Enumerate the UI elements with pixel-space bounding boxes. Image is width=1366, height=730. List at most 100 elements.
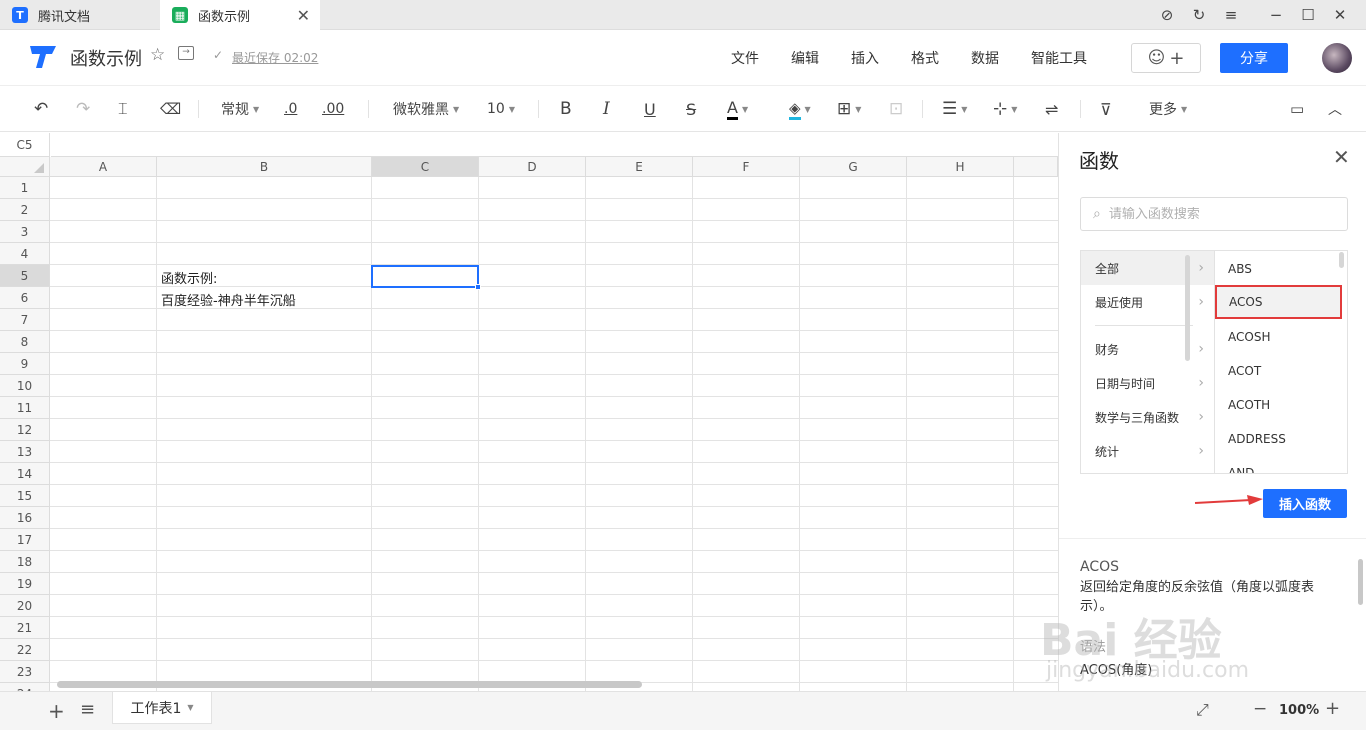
menu-insert[interactable]: 插入 [851, 48, 879, 68]
column-header-f[interactable]: F [693, 157, 800, 177]
row-header[interactable]: 5 [0, 265, 50, 287]
doc-title[interactable]: 函数示例 [70, 45, 142, 71]
share-button[interactable]: 分享 [1220, 43, 1288, 73]
category-scrollbar[interactable] [1185, 255, 1190, 361]
decrease-decimal-button[interactable]: .0 [284, 98, 297, 120]
function-item-acos[interactable]: ACOS [1215, 285, 1342, 319]
row-header[interactable]: 2 [0, 199, 50, 221]
panel-close-icon[interactable]: ✕ [1333, 145, 1350, 169]
compass-icon[interactable]: ⊘ [1157, 5, 1177, 25]
row-header[interactable]: 11 [0, 397, 50, 419]
function-list-scrollbar[interactable] [1339, 252, 1344, 268]
menu-smart-tools[interactable]: 智能工具 [1031, 48, 1087, 68]
panel-scrollbar[interactable] [1358, 559, 1363, 605]
category-math-trig[interactable]: 数学与三角函数 › [1081, 400, 1214, 434]
sheet-list-icon[interactable]: ≡ [80, 699, 95, 720]
maximize-icon[interactable]: ☐ [1298, 5, 1318, 25]
row-header[interactable]: 13 [0, 441, 50, 463]
category-statistics[interactable]: 统计 › [1081, 434, 1214, 468]
sheet-tab[interactable]: 工作表1 ▼ [112, 692, 212, 724]
underline-button[interactable]: U [644, 98, 656, 120]
zoom-out-button[interactable]: − [1253, 699, 1267, 719]
category-date-time[interactable]: 日期与时间 › [1081, 366, 1214, 400]
star-icon[interactable]: ☆ [150, 45, 165, 65]
spreadsheet-grid[interactable]: A B C D E F G H 1 2 3 4 5 6 7 8 9 10 11 12 13 14 15 16 1… [0, 157, 1058, 691]
font-name-select[interactable]: 微软雅黑 ▼ [393, 98, 459, 120]
window-close-icon[interactable]: ✕ [1330, 5, 1350, 25]
collapse-toolbar-icon[interactable]: ︿ [1328, 98, 1342, 120]
horizontal-align-button[interactable]: ☰ ▼ [942, 98, 967, 120]
function-item-acosh[interactable]: ACOSH [1216, 320, 1336, 354]
cell-b6[interactable]: 百度经验-神舟半年沉船 [161, 290, 296, 309]
row-header[interactable]: 19 [0, 573, 50, 595]
column-header-d[interactable]: D [479, 157, 586, 177]
more-button[interactable]: 更多 ▼ [1149, 98, 1187, 120]
row-header[interactable]: 8 [0, 331, 50, 353]
move-folder-icon[interactable]: → [178, 46, 194, 60]
column-header-e[interactable]: E [586, 157, 693, 177]
row-header[interactable]: 20 [0, 595, 50, 617]
menu-data[interactable]: 数据 [971, 48, 999, 68]
row-header[interactable]: 17 [0, 529, 50, 551]
tab-function-example[interactable]: ▦ 函数示例 ✕ [160, 0, 320, 30]
row-header[interactable]: 15 [0, 485, 50, 507]
function-item-acot[interactable]: ACOT [1216, 354, 1336, 388]
row-header[interactable]: 14 [0, 463, 50, 485]
row-header[interactable]: 3 [0, 221, 50, 243]
menu-format[interactable]: 格式 [911, 48, 939, 68]
vertical-align-button[interactable]: ⊹ ▼ [993, 98, 1017, 120]
font-size-select[interactable]: 10 ▼ [487, 98, 515, 120]
row-header[interactable]: 22 [0, 639, 50, 661]
row-header[interactable]: 23 [0, 661, 50, 683]
function-search-input[interactable] [1108, 206, 1329, 222]
app-logo-icon[interactable] [28, 44, 58, 70]
cell-b5[interactable]: 函数示例: [161, 268, 217, 287]
filter-icon[interactable]: ⊽ [1100, 98, 1112, 120]
selected-cell-c5[interactable] [371, 265, 479, 288]
strikethrough-button[interactable]: S [686, 98, 696, 120]
avatar[interactable] [1322, 43, 1352, 73]
row-header[interactable]: 18 [0, 551, 50, 573]
eraser-icon[interactable]: ⌫ [160, 98, 181, 120]
row-header[interactable]: 12 [0, 419, 50, 441]
column-header-b[interactable]: B [157, 157, 372, 177]
select-all-corner[interactable] [0, 157, 50, 177]
redo-icon[interactable]: ↷ [76, 98, 90, 120]
italic-button[interactable]: I [603, 98, 610, 120]
merge-cells-icon[interactable]: ⊡ [889, 98, 903, 120]
category-all[interactable]: 全部 › [1081, 251, 1214, 285]
menu-file[interactable]: 文件 [731, 48, 759, 68]
column-header-a[interactable]: A [50, 157, 157, 177]
menu-icon[interactable]: ≡ [1221, 5, 1241, 25]
name-box[interactable]: C5 [0, 133, 50, 157]
column-header-g[interactable]: G [800, 157, 907, 177]
bold-button[interactable]: B [560, 98, 572, 120]
fill-handle[interactable] [475, 284, 481, 290]
border-button[interactable]: ⊞ ▼ [837, 98, 861, 120]
category-finance[interactable]: 财务 › [1081, 332, 1214, 366]
function-item-abs[interactable]: ABS [1216, 252, 1336, 286]
category-recent[interactable]: 最近使用 › [1081, 285, 1214, 319]
formula-bar[interactable] [51, 133, 1058, 157]
column-header-c[interactable]: C [372, 157, 479, 177]
menu-edit[interactable]: 编辑 [791, 48, 819, 68]
close-icon[interactable]: ✕ [297, 6, 310, 25]
add-sheet-icon[interactable]: + [48, 699, 65, 723]
minimize-icon[interactable]: − [1266, 5, 1286, 25]
row-header[interactable]: 24 [0, 683, 50, 691]
column-header-i[interactable] [1014, 157, 1058, 177]
column-header-h[interactable]: H [907, 157, 1014, 177]
zoom-level[interactable]: 100% [1279, 703, 1319, 718]
comment-icon[interactable]: ▭ [1290, 98, 1304, 120]
row-header[interactable]: 21 [0, 617, 50, 639]
row-header[interactable]: 6 [0, 287, 50, 309]
row-header[interactable]: 9 [0, 353, 50, 375]
row-header[interactable]: 10 [0, 375, 50, 397]
number-format-select[interactable]: 常规 ▼ [221, 98, 259, 120]
increase-decimal-button[interactable]: .00 [322, 98, 344, 120]
undo-icon[interactable]: ↶ [34, 98, 48, 120]
insert-function-button[interactable]: 插入函数 [1263, 489, 1347, 518]
fill-color-button[interactable]: ◈ ▼ [789, 98, 811, 120]
fullscreen-icon[interactable]: ⤢ [1196, 700, 1209, 720]
font-color-button[interactable]: A ▼ [727, 98, 748, 120]
